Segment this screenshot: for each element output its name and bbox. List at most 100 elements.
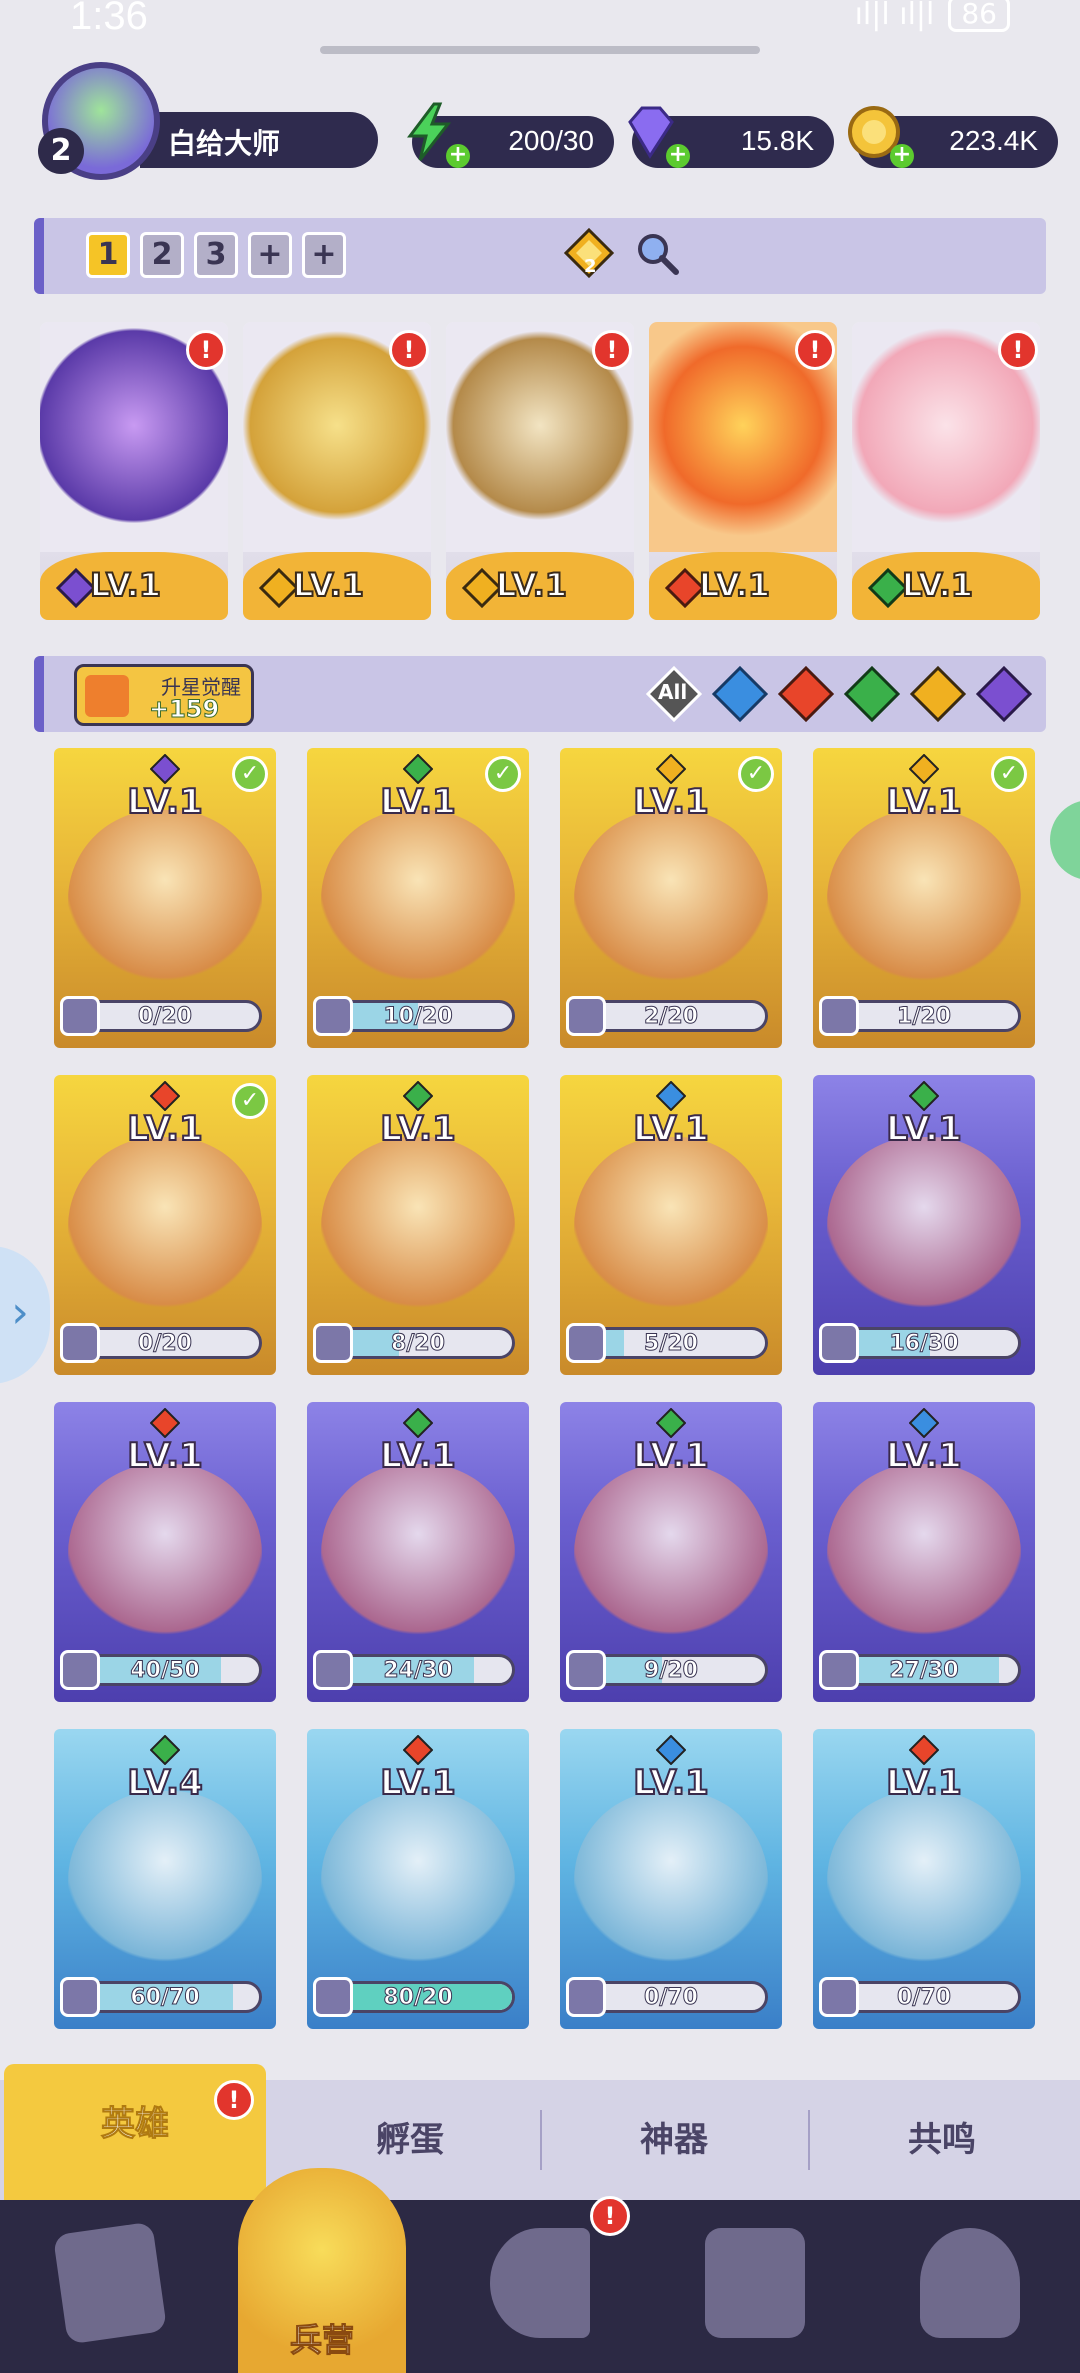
- team-slot-3[interactable]: LV.1 !: [446, 322, 634, 620]
- team-slot-2[interactable]: LV.1 !: [243, 322, 431, 620]
- team-tab-add-1[interactable]: +: [248, 232, 292, 278]
- hero-card[interactable]: LV.1 0/70: [813, 1729, 1035, 2029]
- hero-card[interactable]: LV.1 40/50: [54, 1402, 276, 1702]
- star-awaken-button[interactable]: 升星觉醒 +159: [74, 664, 254, 726]
- shard-card-icon: [60, 996, 100, 1036]
- status-bar: 1:36 ıl|l ıl|l 86: [0, 0, 1080, 40]
- hero-portrait: [827, 810, 1021, 1010]
- nav-guild[interactable]: [900, 2218, 1040, 2358]
- hero-card[interactable]: LV.1 ✓ 0/20: [54, 1075, 276, 1375]
- shard-card-icon: [313, 1650, 353, 1690]
- add-energy-icon[interactable]: +: [446, 144, 470, 168]
- hero-card[interactable]: LV.1 24/30: [307, 1402, 529, 1702]
- wind-element-icon: [403, 1081, 433, 1111]
- hero-card[interactable]: LV.1 ✓ 10/20: [307, 748, 529, 1048]
- check-icon: ✓: [232, 756, 268, 792]
- sword-icon: [85, 675, 129, 717]
- hero-card[interactable]: LV.4 60/70: [54, 1729, 276, 2029]
- fire-element-icon: [403, 1735, 433, 1765]
- shard-card-icon: [566, 1323, 606, 1363]
- check-icon: ✓: [991, 756, 1027, 792]
- hero-card[interactable]: LV.1 ✓ 0/20: [54, 748, 276, 1048]
- team-slot-5[interactable]: LV.1 !: [852, 322, 1040, 620]
- hero-portrait: [321, 810, 515, 1010]
- fire-element-icon: [909, 1735, 939, 1765]
- hero-card[interactable]: LV.1 ✓ 2/20: [560, 748, 782, 1048]
- nav-cards[interactable]: [40, 2218, 180, 2358]
- filter-light-button[interactable]: [910, 666, 966, 722]
- hero-portrait: [68, 810, 262, 1010]
- wind-element-icon: [150, 1735, 180, 1765]
- nav-barracks[interactable]: 兵营: [238, 2168, 406, 2373]
- light-element-icon: [656, 754, 686, 784]
- shard-card-icon: [819, 1650, 859, 1690]
- tab-artifact[interactable]: 神器: [542, 2080, 806, 2200]
- hero-level: LV.1: [885, 1762, 963, 1804]
- shard-card-icon: [60, 1650, 100, 1690]
- nav-shop[interactable]: [685, 2218, 825, 2358]
- hero-portrait: [827, 1137, 1021, 1337]
- team-slot-1[interactable]: LV.1 !: [40, 322, 228, 620]
- energy-counter[interactable]: + 200/30: [407, 102, 614, 168]
- shard-card-icon: [60, 1323, 100, 1363]
- hero-card[interactable]: LV.1 8/20: [307, 1075, 529, 1375]
- wind-element-icon: [909, 1081, 939, 1111]
- alert-badge: !: [998, 330, 1038, 370]
- fire-element-icon: [150, 1408, 180, 1438]
- wind-element-icon: [656, 1408, 686, 1438]
- alert-badge: !: [795, 330, 835, 370]
- hero-portrait: [321, 1791, 515, 1991]
- hero-portrait: [68, 1464, 262, 1664]
- filter-dark-button[interactable]: [976, 666, 1032, 722]
- filter-fire-button[interactable]: [778, 666, 834, 722]
- team-tab-1[interactable]: 1: [86, 232, 130, 278]
- hero-portrait: [68, 1137, 262, 1337]
- hero-card[interactable]: LV.1 5/20: [560, 1075, 782, 1375]
- hero-portrait: [321, 1137, 515, 1337]
- gem-counter[interactable]: + 15.8K: [628, 106, 834, 168]
- mushroom-icon: [920, 2228, 1020, 2338]
- filter-wind-button[interactable]: [844, 666, 900, 722]
- heroes-alert-badge: !: [214, 2080, 254, 2120]
- check-icon: ✓: [738, 756, 774, 792]
- hero-portrait: [574, 1137, 768, 1337]
- fire-element-icon: [150, 1081, 180, 1111]
- barracks-sub-tabs: 英雄 ! 孵蛋 神器 共鸣: [0, 2064, 1080, 2200]
- tab-resonance[interactable]: 共鸣: [810, 2080, 1074, 2200]
- hero-card[interactable]: LV.1 80/20: [307, 1729, 529, 2029]
- filter-water-button[interactable]: [712, 666, 768, 722]
- hero-level: LV.1: [632, 1762, 710, 1804]
- hero-level: LV.1: [632, 1108, 710, 1150]
- hero-filter-bar: 升星觉醒 +159 All: [34, 656, 1046, 732]
- shard-card-icon: [60, 1977, 100, 2017]
- hero-level: LV.1: [379, 1435, 457, 1477]
- expand-side-panel-button[interactable]: ›: [0, 1246, 50, 1384]
- team-tab-2[interactable]: 2: [140, 232, 184, 278]
- wind-element-icon: [403, 1408, 433, 1438]
- water-element-icon: [909, 1408, 939, 1438]
- player-name-plate[interactable]: 白给大师: [140, 112, 378, 168]
- dark-element-icon: [150, 754, 180, 784]
- gold-counter[interactable]: + 223.4K: [848, 106, 1058, 168]
- hero-level: LV.1: [379, 1762, 457, 1804]
- team-tab-3[interactable]: 3: [194, 232, 238, 278]
- water-element-icon: [656, 1735, 686, 1765]
- add-gold-icon[interactable]: +: [890, 144, 914, 168]
- hero-level: LV.1: [885, 1435, 963, 1477]
- nav-book[interactable]: [470, 2218, 610, 2358]
- drag-handle[interactable]: [320, 46, 760, 54]
- chat-tab-icon[interactable]: [1050, 800, 1080, 880]
- hero-card[interactable]: LV.1 ✓ 1/20: [813, 748, 1035, 1048]
- search-icon[interactable]: [632, 228, 682, 278]
- hero-card[interactable]: LV.1 9/20: [560, 1402, 782, 1702]
- hero-portrait: [68, 1791, 262, 1991]
- team-slot-4[interactable]: LV.1 !: [649, 322, 837, 620]
- hero-card[interactable]: LV.1 16/30: [813, 1075, 1035, 1375]
- hero-level: LV.4: [126, 1762, 204, 1804]
- alert-badge: !: [389, 330, 429, 370]
- player-name: 白给大师: [168, 127, 281, 160]
- add-gem-icon[interactable]: +: [666, 144, 690, 168]
- team-tab-add-2[interactable]: +: [302, 232, 346, 278]
- hero-card[interactable]: LV.1 0/70: [560, 1729, 782, 2029]
- hero-card[interactable]: LV.1 27/30: [813, 1402, 1035, 1702]
